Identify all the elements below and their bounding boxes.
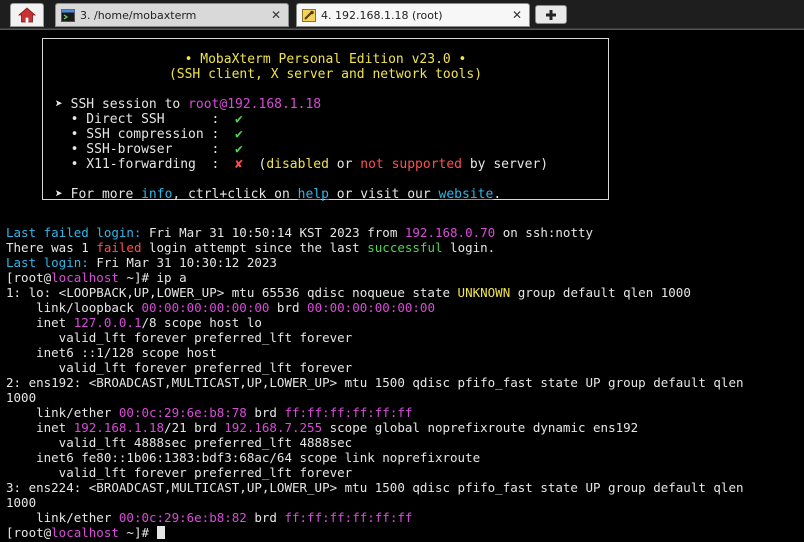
tab-ssh-session[interactable]: 4. 192.168.1.18 (root) ✕ [296, 3, 530, 27]
tab-local-terminal[interactable]: 3. /home/mobaxterm ✕ [55, 3, 289, 27]
inet6-lo-line: inet6 ::1/128 scope host [6, 345, 217, 360]
website-link[interactable]: website [439, 187, 494, 202]
close-icon[interactable]: ✕ [268, 8, 284, 22]
plus-icon [546, 9, 556, 20]
inet-ens192-line: inet 192.168.1.18/21 brd 192.168.7.255 s… [6, 420, 639, 435]
banner-title: • MobaXterm Personal Edition v23.0 • [184, 52, 467, 67]
option-x11-forwarding: • X11-forwarding : ✘ (disabled or not su… [55, 157, 549, 172]
text-cursor [156, 526, 165, 539]
ssh-target: root@192.168.1.18 [188, 97, 322, 112]
home-tab[interactable] [10, 3, 44, 27]
iface-ens192-line: 2: ens192: <BROADCAST,MULTICAST,UP,LOWER… [6, 375, 744, 390]
qlen-wrap-line: 1000 [6, 390, 37, 405]
option-ssh-compression: • SSH compression : ✔ [55, 127, 243, 142]
current-prompt-line[interactable]: [root@localhost ~]# [6, 525, 165, 540]
ssh-session-line: ➤ SSH session to root@192.168.1.18 [55, 97, 322, 112]
welcome-banner: • MobaXterm Personal Edition v23.0 • (SS… [42, 38, 609, 202]
qlen-wrap-line: 1000 [6, 495, 37, 510]
command-prompt-line: [root@localhost ~]# ip a [6, 270, 187, 285]
valid-lft-line: valid_lft forever preferred_lft forever [6, 360, 353, 375]
check-icon: ✔ [235, 127, 243, 142]
last-login-line: Last login: Fri Mar 31 10:30:12 2023 [6, 255, 277, 270]
cross-icon: ✘ [235, 157, 243, 172]
ssh-key-icon [302, 8, 316, 22]
check-icon: ✔ [235, 142, 243, 157]
link-loopback-line: link/loopback 00:00:00:00:00:00 brd 00:0… [6, 300, 435, 315]
inet-lo-line: inet 127.0.0.1/8 scope host lo [6, 315, 262, 330]
more-info-line: ➤ For more info, ctrl+click on help or v… [55, 187, 502, 202]
terminal-icon [61, 8, 75, 22]
iface-ens224-line: 3: ens224: <BROADCAST,MULTICAST,UP,LOWER… [6, 480, 744, 495]
valid-lft-line: valid_lft forever preferred_lft forever [6, 330, 353, 345]
valid-lft-line: valid_lft forever preferred_lft forever [6, 465, 353, 480]
option-ssh-browser: • SSH-browser : ✔ [55, 142, 243, 157]
check-icon: ✔ [235, 112, 243, 127]
tab-label: 3. /home/mobaxterm [80, 8, 197, 22]
link-ether-ens192-line: link/ether 00:0c:29:6e:b8:78 brd ff:ff:f… [6, 405, 413, 420]
tab-bar: 3. /home/mobaxterm ✕ 4. 192.168.1.18 (ro… [0, 0, 804, 29]
link-ether-ens224-line: link/ether 00:0c:29:6e:b8:82 brd ff:ff:f… [6, 510, 413, 525]
new-tab-button[interactable] [535, 5, 567, 24]
option-direct-ssh: • Direct SSH : ✔ [55, 112, 243, 127]
close-icon[interactable]: ✕ [509, 8, 525, 22]
terminal-area[interactable]: • MobaXterm Personal Edition v23.0 • (SS… [0, 29, 804, 542]
iface-lo-line: 1: lo: <LOOPBACK,UP,LOWER_UP> mtu 65536 … [6, 285, 691, 300]
inet6-ens192-line: inet6 fe80::1b06:1383:bdf3:68ac/64 scope… [6, 450, 481, 465]
banner-subtitle: (SSH client, X server and network tools) [168, 67, 483, 82]
tab-label: 4. 192.168.1.18 (root) [321, 8, 443, 22]
help-link[interactable]: help [298, 187, 329, 202]
last-failed-login-line: Last failed login: Fri Mar 31 10:50:14 K… [6, 225, 594, 240]
failed-attempt-line: There was 1 failed login attempt since t… [6, 240, 496, 255]
info-link[interactable]: info [141, 187, 172, 202]
home-icon [18, 7, 36, 23]
valid-lft-line: valid_lft 4888sec preferred_lft 4888sec [6, 435, 353, 450]
